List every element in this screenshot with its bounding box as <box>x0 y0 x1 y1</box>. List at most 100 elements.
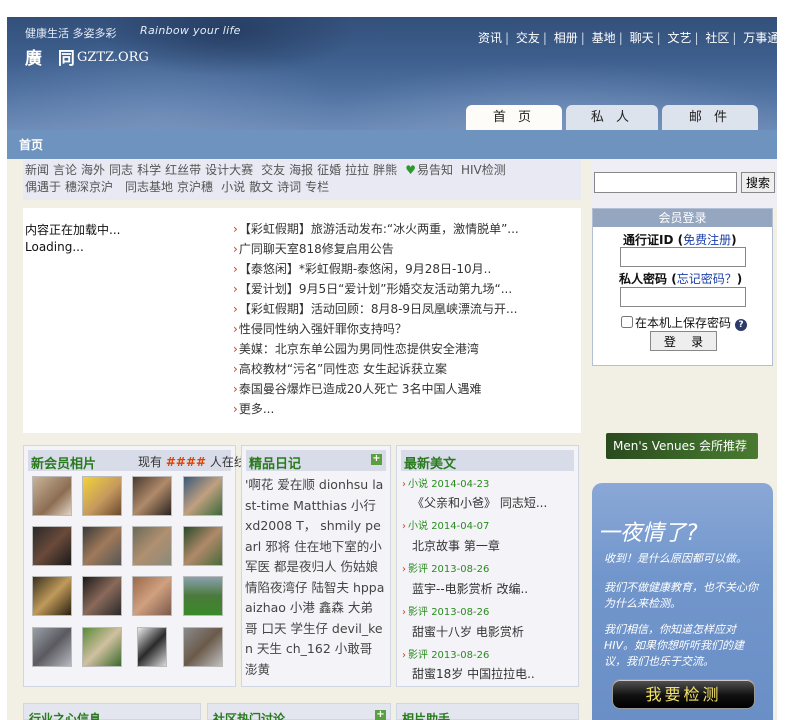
news-item[interactable]: ›【彩虹假期】活动回顾：8月8-9日凤凰峡漂流与开... <box>233 300 558 317</box>
help-icon[interactable]: ? <box>735 319 748 331</box>
site-logo-en[interactable]: GZTZ.ORG <box>77 50 149 65</box>
cat-novel[interactable]: 小说 <box>221 180 245 194</box>
member-photo[interactable] <box>137 627 167 667</box>
member-photo[interactable] <box>32 476 72 516</box>
topnav-base[interactable]: 基地 <box>592 31 616 45</box>
arrow-icon: › <box>233 342 238 356</box>
article-link[interactable]: 北京故事 第一章 <box>412 537 572 554</box>
passport-id-input[interactable] <box>620 247 746 267</box>
topnav-news[interactable]: 资讯 <box>478 31 502 45</box>
tab-home[interactable]: 首 页 <box>466 105 562 130</box>
cat-lala[interactable]: 拉拉 <box>345 163 369 177</box>
arrow-icon: › <box>233 242 238 256</box>
article-link[interactable]: 甜蜜十八岁 电影赏析 <box>412 623 572 640</box>
member-photo[interactable] <box>82 627 122 667</box>
arrow-icon: › <box>402 479 406 490</box>
member-photo[interactable] <box>183 476 223 516</box>
news-item[interactable]: ›性侵同性纳入强奸罪你支持吗？ <box>233 320 558 337</box>
cat-dating[interactable]: 交友 <box>261 163 285 177</box>
panel-header: 精品日记 + <box>246 450 386 472</box>
password-input[interactable] <box>620 287 746 307</box>
latest-articles-panel: 最新美文 › 小说 2014-04-23 《父亲和小爸》 同志短... › 小说 2… <box>396 445 579 687</box>
new-members-panel: 新会员相片 现有 #### 人在线 <box>23 445 246 687</box>
cat-posters[interactable]: 海报 <box>289 163 313 177</box>
breadcrumb: 首页 <box>7 130 777 159</box>
cat-bears[interactable]: 胖熊 <box>373 163 397 177</box>
cat-marriage[interactable]: 征婚 <box>317 163 341 177</box>
news-item[interactable]: ›高校教材“污名”同性恋 女生起诉获立案 <box>233 360 558 377</box>
topnav-dating[interactable]: 交友 <box>516 31 540 45</box>
topnav-literature[interactable]: 文艺 <box>667 31 691 45</box>
cat-science[interactable]: 科学 <box>137 163 161 177</box>
article-link[interactable]: 《父亲和小爸》 同志短... <box>412 494 572 511</box>
site-logo-cn[interactable]: 廣 同 <box>25 44 80 69</box>
cat-encounter[interactable]: 偶遇于 <box>25 180 61 194</box>
topnav-albums[interactable]: 相册 <box>554 31 578 45</box>
search-box: 搜索 <box>591 159 777 207</box>
cat-prose[interactable]: 散文 <box>249 180 273 194</box>
member-photo[interactable] <box>132 526 172 566</box>
register-link[interactable]: 免费注册 <box>683 233 731 247</box>
search-input[interactable] <box>594 172 737 193</box>
article-meta: › 影评 2013-08-26 <box>402 564 490 575</box>
news-item[interactable]: ›【泰悠闲】*彩虹假期-泰悠闲，9月28日-10月.. <box>233 260 558 277</box>
cat-column[interactable]: 专栏 <box>305 180 329 194</box>
news-item[interactable]: ›【爱计划】9月5日“爱计划”形婚交友活动第九场“... <box>233 280 558 297</box>
cat-red-ribbon[interactable]: 红丝带 <box>165 163 201 177</box>
topnav-faq[interactable]: 万事通 <box>743 31 777 45</box>
member-photo[interactable] <box>183 526 223 566</box>
breadcrumb-home[interactable]: 首页 <box>19 136 43 153</box>
article-link[interactable]: 甜蜜18岁 中国拉拉电.. <box>412 665 572 682</box>
tab-private[interactable]: 私 人 <box>566 105 658 130</box>
member-photo[interactable] <box>32 526 72 566</box>
member-photo[interactable] <box>82 526 122 566</box>
cat-tongzhi[interactable]: 同志 <box>109 163 133 177</box>
promo-headline: 一夜情了? <box>598 521 698 546</box>
cat-design-contest[interactable]: 设计大赛 <box>205 163 253 177</box>
cat-cities[interactable]: 穗深京沪 <box>65 180 113 194</box>
plus-icon[interactable]: + <box>375 710 386 720</box>
news-more-link[interactable]: ›更多... <box>233 400 558 417</box>
cat-hiv-test[interactable]: HIV检测 <box>461 163 506 177</box>
member-photo[interactable] <box>32 627 72 667</box>
venues-banner[interactable]: Men's Venues 会所推荐 <box>606 433 758 459</box>
search-button[interactable]: 搜索 <box>741 172 775 193</box>
member-photo[interactable] <box>82 576 122 616</box>
member-photo[interactable] <box>32 576 72 616</box>
news-item[interactable]: ›【彩虹假期】旅游活动发布:“冰火两重，激情脱单”... <box>233 220 558 237</box>
cat-poetry[interactable]: 诗词 <box>277 180 301 194</box>
cat-jinghusui[interactable]: 京沪穗 <box>177 180 213 194</box>
member-login-box: 会员登录 通行证ID (免费注册) 私人密码 (忘记密码？) 在本机上保存密码?… <box>592 208 773 366</box>
hiv-test-promo: 一夜情了? 收到！是什么原因都可以做。 我们不做健康教育，也不关心你为什么来检测… <box>592 483 773 720</box>
login-button[interactable]: 登 录 <box>650 331 717 351</box>
arrow-icon: › <box>233 402 238 416</box>
member-photo[interactable] <box>132 576 172 616</box>
news-item[interactable]: ›广同聊天室818修复启用公告 <box>233 240 558 257</box>
topnav-chat[interactable]: 聊天 <box>630 31 654 45</box>
loading-text: 内容正在加载中... <box>25 223 121 237</box>
tab-mail[interactable]: 邮 件 <box>662 105 758 130</box>
topnav-community[interactable]: 社区 <box>705 31 729 45</box>
cat-base[interactable]: 同志基地 <box>125 180 173 194</box>
cat-opinion[interactable]: 言论 <box>53 163 77 177</box>
remember-checkbox[interactable] <box>621 316 633 328</box>
industry-info-panel: 行业之心信息 <box>23 703 201 720</box>
cat-notify[interactable]: 易告知 <box>417 163 453 177</box>
member-photo[interactable] <box>183 576 223 616</box>
article-link[interactable]: 蓝宇--电影赏析 改编.. <box>412 580 572 597</box>
article-meta: › 小说 2014-04-23 <box>402 479 490 490</box>
get-tested-button[interactable]: 我要检测 <box>612 679 755 709</box>
member-photo[interactable] <box>183 627 223 667</box>
member-photo[interactable] <box>132 476 172 516</box>
member-photo[interactable] <box>82 476 122 516</box>
cat-overseas[interactable]: 海外 <box>81 163 105 177</box>
panel-header: 最新美文 <box>401 450 574 472</box>
news-item[interactable]: ›泰国曼谷爆炸已造成20人死亡 3名中国人遇难 <box>233 380 558 397</box>
diary-author-list[interactable]: '啊花 爱在顺 dionhsu last-time Matthias 小行 xd… <box>245 475 385 685</box>
forgot-password-link[interactable]: 忘记密码？ <box>677 272 737 286</box>
arrow-icon: › <box>233 282 238 296</box>
news-item[interactable]: ›美媒：北京东单公园为男同性恋提供安全港湾 <box>233 340 558 357</box>
plus-icon[interactable]: + <box>371 454 382 465</box>
cat-news[interactable]: 新闻 <box>25 163 49 177</box>
arrow-icon: › <box>233 222 238 236</box>
